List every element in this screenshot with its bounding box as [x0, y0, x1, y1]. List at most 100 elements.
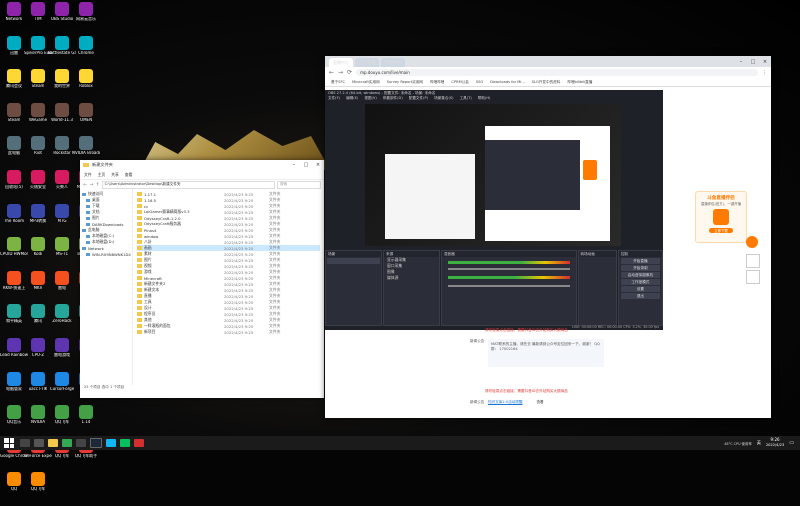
- obs-menu-item[interactable]: 文件(F): [328, 96, 340, 102]
- volume-slider-1[interactable]: [447, 268, 570, 270]
- taskbar-obs-icon[interactable]: [76, 439, 86, 447]
- desktop-icon[interactable]: Chrome: [72, 35, 100, 68]
- clock[interactable]: 9:26 2022/4/23: [766, 438, 784, 447]
- bookmark-item[interactable]: Downloads for Mi...: [490, 80, 525, 84]
- obs-control-button[interactable]: 开始直播: [620, 258, 661, 264]
- app-icon: [7, 102, 21, 117]
- ribbon-home[interactable]: 主页: [98, 172, 106, 178]
- volume-slider-2[interactable]: [447, 285, 570, 287]
- obs-control-button[interactable]: 退出: [620, 293, 661, 299]
- desktop-icon-label: QQ: [10, 487, 18, 492]
- obs-menu-item[interactable]: 场景集合(S): [434, 96, 453, 102]
- explorer-nav-item[interactable]: WIN-RX9N8WNK1D4: [80, 251, 132, 257]
- obs-menu-item[interactable]: 帮助(H): [478, 96, 491, 102]
- side-float-btn-3[interactable]: [746, 270, 760, 284]
- ribbon-share[interactable]: 共享: [111, 172, 119, 178]
- app-icon: [55, 2, 69, 16]
- address-bar[interactable]: C:\Users\Administrator\Desktop\新建文件夹: [101, 180, 275, 189]
- obs-control-button[interactable]: 工作室模式: [620, 279, 661, 285]
- forward-icon[interactable]: →: [338, 69, 343, 76]
- desktop-icon[interactable]: QQ飞车: [24, 472, 52, 504]
- forward-arrow-icon[interactable]: →: [89, 182, 93, 188]
- chat-view-button[interactable]: 查看: [536, 400, 543, 405]
- desktop-icon[interactable]: Roblox: [72, 69, 100, 101]
- side-float-orange-button[interactable]: [746, 236, 758, 248]
- notification-icon[interactable]: ▭: [789, 440, 794, 446]
- ribbon-file[interactable]: 文件: [84, 172, 92, 178]
- douyu-download-button[interactable]: 立即下载: [709, 228, 733, 233]
- up-arrow-icon[interactable]: ↑: [95, 182, 99, 188]
- taskbar-app-icon[interactable]: [134, 439, 144, 447]
- folder-icon: [137, 300, 142, 304]
- app-icon: [55, 69, 69, 84]
- tray-ime[interactable]: 英: [757, 440, 761, 446]
- browser-tab-2[interactable]: 斗鱼直播: [355, 58, 379, 67]
- minimize-button[interactable]: –: [288, 162, 300, 168]
- browser-close-button[interactable]: ×: [759, 59, 771, 65]
- chat-link[interactable]: 知识文库2.0活动提醒: [488, 400, 522, 405]
- nav-item-label: Network: [88, 245, 104, 251]
- side-float-btn-2[interactable]: [746, 254, 760, 268]
- bookmark-item[interactable]: Minecraft实用网: [352, 80, 380, 85]
- browser-tab-1[interactable]: 直播中心: [329, 58, 353, 67]
- app-icon: [31, 237, 45, 252]
- url-bar[interactable]: mp.douyu.com/live/main: [356, 69, 758, 76]
- nav-item-icon: [86, 210, 90, 214]
- bookmark-item[interactable]: Survey Report实用网: [387, 80, 423, 85]
- obs-menu-item[interactable]: 编辑(E): [346, 96, 358, 102]
- file-date: 2022/4/23 9:25: [224, 191, 254, 197]
- maximize-button[interactable]: □: [300, 162, 312, 168]
- app-icon: [79, 136, 93, 151]
- bookmark-item[interactable]: 哔哩哔哩: [430, 80, 444, 85]
- bookmark-item[interactable]: SLG开发中的资料: [532, 80, 561, 85]
- file-date: 2022/4/23 9:25: [224, 293, 254, 299]
- taskbar-qq-icon[interactable]: [106, 439, 116, 447]
- taskbar-wechat-icon[interactable]: [120, 439, 130, 447]
- browser-tab-3[interactable]: 哔哩哔哩: [381, 58, 405, 67]
- back-arrow-icon[interactable]: ←: [83, 182, 87, 188]
- chat-label-2: 新闻公告: [470, 400, 485, 404]
- bookmark-item[interactable]: 基于SFC: [331, 80, 345, 85]
- obs-menu-item[interactable]: 配置文件(P): [409, 96, 428, 102]
- desktop-icon[interactable]: 1.14: [72, 405, 100, 437]
- app-icon: [31, 69, 45, 84]
- start-button[interactable]: [4, 438, 14, 448]
- bookmark-item[interactable]: CPRM公会: [451, 80, 468, 85]
- obs-menu-item[interactable]: 视图(V): [364, 96, 376, 102]
- taskbar-taskview-icon[interactable]: [34, 439, 44, 447]
- desktop-icon-label: ZeroHack: [52, 319, 72, 324]
- scene-item[interactable]: [327, 258, 380, 264]
- taskbar-search-icon[interactable]: [20, 439, 30, 447]
- browser-minimize-button[interactable]: –: [735, 59, 747, 65]
- explorer-search-input[interactable]: 搜索: [277, 180, 321, 189]
- obs-mixer-panel: 混音器: [440, 250, 577, 326]
- obs-menu-item[interactable]: 停靠部件(D): [383, 96, 403, 102]
- extensions-icon[interactable]: ⋮: [762, 70, 767, 76]
- browser-window: 直播中心 斗鱼直播 哔哩哔哩 – □ × ← → ⟳ mp.douyu.com/…: [325, 56, 771, 418]
- taskbar-chrome-icon[interactable]: [62, 439, 72, 447]
- desktop-icon-label: NVIDIA Broadcast: [72, 151, 100, 156]
- browser-maximize-button[interactable]: □: [747, 59, 759, 65]
- app-icon: [31, 371, 45, 386]
- taskbar-steam-icon[interactable]: [90, 438, 102, 448]
- mixer-header: 混音器: [441, 251, 576, 257]
- nav-item-label: 图片: [92, 215, 100, 220]
- reload-icon[interactable]: ⟳: [347, 69, 352, 76]
- obs-control-button[interactable]: 开始录制: [620, 265, 661, 271]
- bookmark-item[interactable]: 哔哩bilibili直播: [567, 80, 592, 85]
- file-row[interactable]: 新项目 2022/4/23 9:25 文件夹: [137, 329, 320, 335]
- file-type: 文件夹: [269, 329, 281, 334]
- close-button[interactable]: ×: [312, 162, 324, 168]
- obs-source-item[interactable]: 媒体源: [384, 275, 439, 281]
- obs-control-button[interactable]: 启动虚拟摄像机: [620, 272, 661, 278]
- ribbon-view[interactable]: 查看: [125, 172, 133, 178]
- folder-icon: [137, 324, 142, 328]
- obs-menu-item[interactable]: 工具(T): [460, 96, 472, 102]
- back-icon[interactable]: ←: [329, 69, 334, 76]
- desktop-icon[interactable]: 网易云音乐: [72, 2, 100, 34]
- app-icon: [79, 69, 93, 84]
- bookmark-item[interactable]: SSG: [476, 80, 483, 84]
- desktop-icon[interactable]: OMEN: [72, 102, 100, 135]
- taskbar-explorer-icon[interactable]: [48, 439, 58, 447]
- obs-control-button[interactable]: 设置: [620, 286, 661, 292]
